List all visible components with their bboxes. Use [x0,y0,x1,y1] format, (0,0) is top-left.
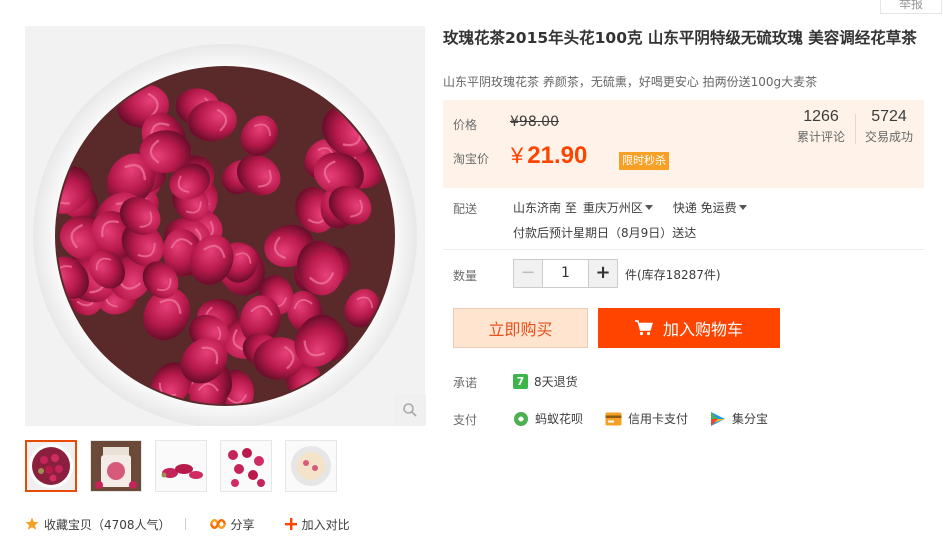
review-count-value: 1266 [803,108,839,125]
thumbnail-3[interactable] [155,440,207,492]
seven-day-return-icon: 7 [513,374,528,389]
plus-icon [284,518,297,530]
jifenbao-icon [711,411,726,426]
item-actions: 收藏宝贝（4708人气） 分享 加入对比 [25,515,350,533]
share-button[interactable]: 分享 [209,515,255,533]
thumb-jar-image [91,441,141,491]
review-count[interactable]: 1266 累计评论 [791,108,851,145]
review-count-label: 累计评论 [796,130,845,144]
favorite-button[interactable]: 收藏宝贝（4708人气） [25,515,171,533]
compare-button[interactable]: 加入对比 [284,515,350,533]
ship-from: 山东济南 至 [513,201,577,215]
cart-icon [634,320,653,336]
sales-count-label: 交易成功 [864,130,913,144]
price-panel: 价格 ¥98.00 淘宝价 ¥21.90 限时秒杀 1266 累计评论 5724… [443,100,924,188]
shipping-row: 山东济南 至 重庆万州区 快递 免运费 [513,199,761,216]
payment-jifenbao[interactable]: 集分宝 [710,410,768,427]
payment-methods: 蚂蚁花呗 信用卡支付 集分宝 [513,410,790,427]
thumbnail-2[interactable] [90,440,142,492]
thumbnail-1[interactable] [25,440,77,492]
product-subtitle: 山东平阴玫瑰花茶 养颜茶，无硫熏，好喝更安心 拍两份送100g大麦茶 [443,75,818,89]
current-price: ¥21.90 [511,142,587,170]
payment-huabei[interactable]: 蚂蚁花呗 [513,410,583,427]
return-policy[interactable]: 7 8天退货 [513,373,578,390]
magnifier-icon [403,403,417,417]
compare-label: 加入对比 [301,517,350,532]
thumbnail-4[interactable] [220,440,272,492]
payment-jifenbao-label: 集分宝 [732,412,769,426]
share-label: 分享 [230,517,255,532]
current-price-value: 21.90 [527,142,588,169]
return-policy-text: 8天退货 [534,375,578,389]
star-icon [25,517,39,530]
payment-huabei-label: 蚂蚁花呗 [535,412,584,426]
add-to-cart-label: 加入购物车 [662,320,743,339]
zoom-button[interactable] [394,394,426,426]
payment-credit-card[interactable]: 信用卡支付 [605,410,688,427]
thumb-buds-image [156,441,206,491]
thumb-rose-bowl-image [27,442,75,490]
quantity-label: 数量 [453,269,478,283]
ship-destination: 重庆万州区 [582,201,643,215]
thumb-scattered-buds-image [221,441,271,491]
share-icon [209,519,226,529]
quantity-decrease-button[interactable]: − [514,260,542,287]
stock-info: 件(库存18287件) [625,268,721,282]
action-divider [184,518,186,530]
product-title: 玫瑰花茶2015年头花100克 山东平阴特级无硫玫瑰 美容调经花草茶 [443,29,917,47]
sales-count-value: 5724 [871,108,907,125]
quantity-stepper: − 1 + [513,259,618,288]
promo-price-label: 淘宝价 [453,152,490,166]
credit-card-icon [605,412,622,425]
rose-tea-bowl-image [25,26,425,426]
quantity-increase-button[interactable]: + [589,260,617,287]
original-price: ¥98.00 [510,114,559,130]
flash-sale-badge: 限时秒杀 [619,152,669,170]
buy-now-button[interactable]: 立即购买 [453,308,588,348]
shipping-label: 配送 [453,202,478,216]
chevron-down-icon [644,205,653,210]
payment-label: 支付 [453,413,478,427]
thumbnail-strip [25,440,337,492]
price-label: 价格 [453,118,478,132]
huabei-icon [514,411,528,426]
section-divider [443,249,924,250]
sales-count[interactable]: 5724 交易成功 [859,108,919,145]
delivery-estimate: 付款后预计星期日（8月9日）送达 [513,226,697,240]
thumb-tea-cup-image [286,441,336,491]
ship-method-select[interactable]: 快递 免运费 [673,199,761,216]
stat-divider [855,114,856,144]
quantity-input[interactable]: 1 [542,260,589,287]
add-to-cart-button[interactable]: 加入购物车 [598,308,780,348]
promise-label: 承诺 [453,376,478,390]
ship-method: 快递 免运费 [672,201,737,215]
chevron-down-icon [738,205,747,210]
thumbnail-5[interactable] [285,440,337,492]
currency-symbol: ¥ [511,143,524,168]
favorite-label: 收藏宝贝（4708人气） [44,517,171,532]
ship-destination-select[interactable]: 重庆万州区 [583,199,667,216]
payment-credit-card-label: 信用卡支付 [628,412,689,426]
main-product-image [25,26,425,426]
report-link[interactable]: 举报 [880,0,942,14]
